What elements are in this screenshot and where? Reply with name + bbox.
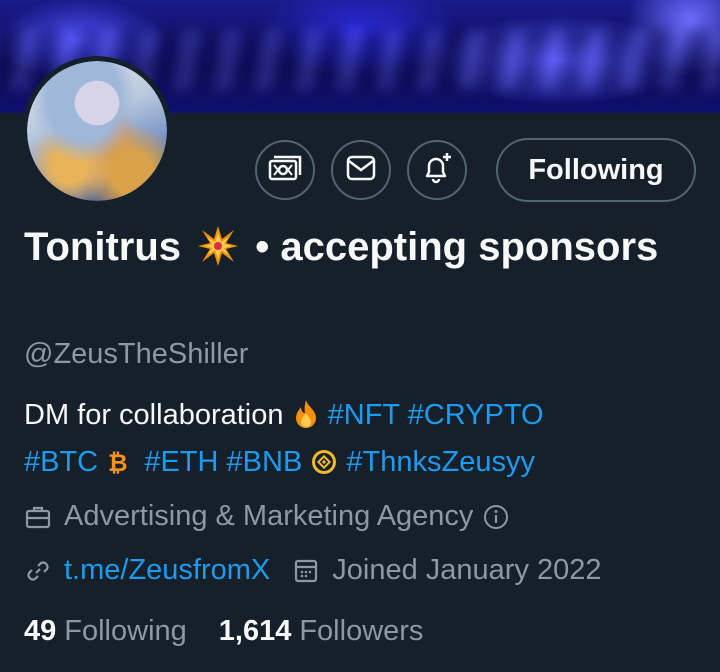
bell-plus-icon	[420, 151, 454, 190]
followers-count: 1,614	[218, 615, 292, 647]
collision-emoji-icon	[196, 224, 240, 268]
message-button[interactable]	[331, 140, 391, 200]
following-count: 49	[24, 615, 57, 647]
bnb-icon	[310, 446, 338, 488]
calendar-icon	[292, 557, 320, 585]
hashtag-crypto[interactable]: #CRYPTO	[408, 399, 544, 431]
hashtag-btc[interactable]: #BTC	[24, 446, 98, 478]
handle: @ZeusTheShiller	[24, 338, 249, 370]
followers-label: Followers	[299, 615, 424, 647]
envelope-icon	[346, 155, 376, 186]
hashtag-thnkszeusyy[interactable]: #ThnksZeusyy	[346, 446, 535, 478]
category-label: Advertising & Marketing Agency	[64, 500, 474, 532]
info-icon[interactable]	[483, 504, 509, 530]
display-name: Tonitrus • accepting sponsors	[24, 218, 704, 276]
avatar-image	[27, 61, 167, 201]
bitcoin-icon: ₿	[106, 446, 128, 488]
notify-button[interactable]	[407, 140, 467, 200]
briefcase-icon	[24, 503, 52, 531]
profile-actions	[255, 138, 467, 202]
joined-date: Joined January 2022	[332, 554, 602, 586]
display-name-rest: • accepting sponsors	[255, 225, 659, 269]
profile-link[interactable]: t.me/ZeusfromX	[64, 554, 270, 587]
following-label: Following	[64, 615, 187, 647]
link-icon	[24, 557, 52, 585]
following-button[interactable]: Following	[496, 138, 696, 202]
tip-button[interactable]	[255, 140, 315, 200]
followers-stat[interactable]: 1,614 Followers	[219, 615, 424, 648]
money-icon	[268, 153, 302, 188]
display-name-first: Tonitrus	[24, 225, 182, 269]
link-row: t.me/ZeusfromX Joined January 2022	[24, 554, 602, 587]
svg-text:₿: ₿	[108, 449, 128, 476]
avatar[interactable]	[22, 56, 172, 206]
follow-counts: 49 Following 1,614 Followers	[24, 615, 423, 648]
hashtag-nft[interactable]: #NFT	[328, 399, 400, 431]
hashtag-bnb[interactable]: #BNB	[227, 446, 303, 478]
hashtag-eth[interactable]: #ETH	[144, 446, 218, 478]
bio-text: DM for collaboration	[24, 399, 284, 431]
bio: DM for collaboration #NFT #CRYPTO #BTC ₿…	[24, 394, 714, 488]
category-row: Advertising & Marketing Agency	[24, 500, 509, 533]
fire-emoji-icon	[292, 399, 320, 441]
following-stat[interactable]: 49 Following	[24, 615, 187, 648]
